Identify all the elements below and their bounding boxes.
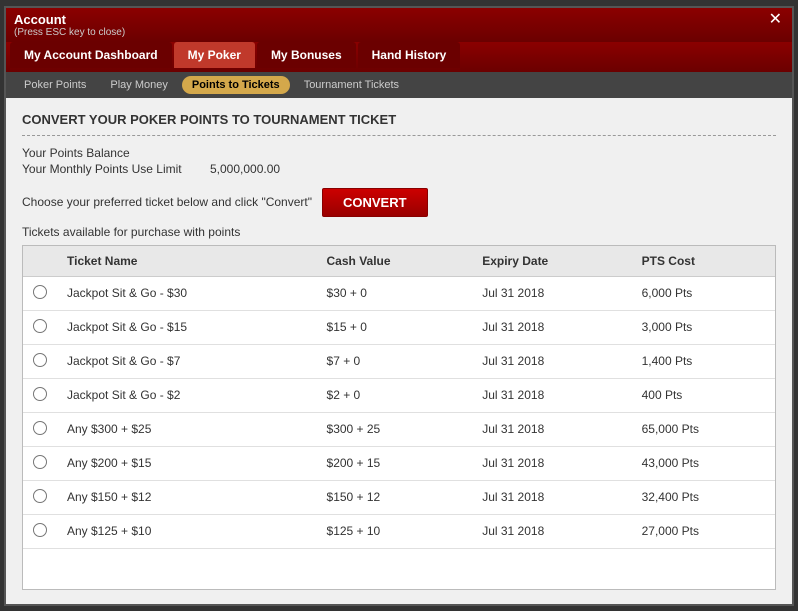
tickets-table-container[interactable]: Ticket Name Cash Value Expiry Date PTS C… <box>22 245 776 590</box>
ticket-cash-value: $30 + 0 <box>317 276 473 310</box>
ticket-expiry: Jul 31 2018 <box>472 310 631 344</box>
subtab-tournament-tickets[interactable]: Tournament Tickets <box>294 76 409 94</box>
col-header-name: Ticket Name <box>57 246 317 277</box>
tab-my-poker[interactable]: My Poker <box>174 42 255 68</box>
ticket-expiry: Jul 31 2018 <box>472 446 631 480</box>
sub-tabs: Poker Points Play Money Points to Ticket… <box>6 72 792 98</box>
col-header-radio <box>23 246 57 277</box>
main-tabs: My Account Dashboard My Poker My Bonuses… <box>6 42 792 72</box>
convert-button[interactable]: CONVERT <box>322 188 428 217</box>
ticket-pts-cost: 32,400 Pts <box>632 480 775 514</box>
ticket-name: Any $200 + $15 <box>57 446 317 480</box>
main-content: CONVERT YOUR POKER POINTS TO TOURNAMENT … <box>6 98 792 604</box>
title-bar: Account (Press ESC key to close) ✕ <box>6 8 792 42</box>
ticket-radio-4[interactable] <box>33 421 47 435</box>
limit-row: Your Monthly Points Use Limit 5,000,000.… <box>22 162 776 176</box>
window-subtitle: (Press ESC key to close) <box>14 27 125 38</box>
table-header-row: Ticket Name Cash Value Expiry Date PTS C… <box>23 246 775 277</box>
convert-instruction: Choose your preferred ticket below and c… <box>22 195 312 209</box>
tab-hand-history[interactable]: Hand History <box>358 42 461 68</box>
col-header-pts: PTS Cost <box>632 246 775 277</box>
ticket-pts-cost: 1,400 Pts <box>632 344 775 378</box>
ticket-expiry: Jul 31 2018 <box>472 480 631 514</box>
radio-cell[interactable] <box>23 276 57 310</box>
ticket-expiry: Jul 31 2018 <box>472 378 631 412</box>
ticket-pts-cost: 43,000 Pts <box>632 446 775 480</box>
divider <box>22 135 776 136</box>
table-row: Any $200 + $15 $200 + 15 Jul 31 2018 43,… <box>23 446 775 480</box>
window-title: Account <box>14 12 125 27</box>
section-title: CONVERT YOUR POKER POINTS TO TOURNAMENT … <box>22 112 776 127</box>
ticket-radio-1[interactable] <box>33 319 47 333</box>
ticket-radio-5[interactable] <box>33 455 47 469</box>
tickets-table: Ticket Name Cash Value Expiry Date PTS C… <box>23 246 775 549</box>
limit-value: 5,000,000.00 <box>210 162 280 176</box>
ticket-name: Jackpot Sit & Go - $2 <box>57 378 317 412</box>
ticket-name: Any $300 + $25 <box>57 412 317 446</box>
tab-account-dashboard[interactable]: My Account Dashboard <box>10 42 172 68</box>
title-bar-text: Account (Press ESC key to close) <box>14 12 125 38</box>
ticket-radio-3[interactable] <box>33 387 47 401</box>
ticket-cash-value: $15 + 0 <box>317 310 473 344</box>
available-text: Tickets available for purchase with poin… <box>22 225 776 239</box>
convert-row: Choose your preferred ticket below and c… <box>22 188 776 217</box>
ticket-name: Jackpot Sit & Go - $7 <box>57 344 317 378</box>
balance-label: Your Points Balance <box>22 146 202 160</box>
ticket-expiry: Jul 31 2018 <box>472 514 631 548</box>
table-row: Jackpot Sit & Go - $15 $15 + 0 Jul 31 20… <box>23 310 775 344</box>
close-button[interactable]: ✕ <box>767 12 784 28</box>
limit-label: Your Monthly Points Use Limit <box>22 162 202 176</box>
radio-cell[interactable] <box>23 514 57 548</box>
radio-cell[interactable] <box>23 446 57 480</box>
ticket-expiry: Jul 31 2018 <box>472 412 631 446</box>
radio-cell[interactable] <box>23 480 57 514</box>
ticket-name: Jackpot Sit & Go - $30 <box>57 276 317 310</box>
ticket-cash-value: $7 + 0 <box>317 344 473 378</box>
subtab-points-to-tickets[interactable]: Points to Tickets <box>182 76 290 94</box>
table-row: Any $125 + $10 $125 + 10 Jul 31 2018 27,… <box>23 514 775 548</box>
radio-cell[interactable] <box>23 378 57 412</box>
subtab-poker-points[interactable]: Poker Points <box>14 76 96 94</box>
ticket-name: Any $150 + $12 <box>57 480 317 514</box>
ticket-pts-cost: 6,000 Pts <box>632 276 775 310</box>
radio-cell[interactable] <box>23 412 57 446</box>
radio-cell[interactable] <box>23 310 57 344</box>
ticket-radio-0[interactable] <box>33 285 47 299</box>
ticket-pts-cost: 27,000 Pts <box>632 514 775 548</box>
table-row: Any $300 + $25 $300 + 25 Jul 31 2018 65,… <box>23 412 775 446</box>
col-header-expiry: Expiry Date <box>472 246 631 277</box>
table-row: Jackpot Sit & Go - $30 $30 + 0 Jul 31 20… <box>23 276 775 310</box>
ticket-cash-value: $2 + 0 <box>317 378 473 412</box>
table-row: Jackpot Sit & Go - $7 $7 + 0 Jul 31 2018… <box>23 344 775 378</box>
ticket-name: Any $125 + $10 <box>57 514 317 548</box>
ticket-radio-6[interactable] <box>33 489 47 503</box>
col-header-cash: Cash Value <box>317 246 473 277</box>
table-row: Any $150 + $12 $150 + 12 Jul 31 2018 32,… <box>23 480 775 514</box>
ticket-expiry: Jul 31 2018 <box>472 276 631 310</box>
ticket-pts-cost: 400 Pts <box>632 378 775 412</box>
main-window: Account (Press ESC key to close) ✕ My Ac… <box>4 6 794 606</box>
ticket-cash-value: $300 + 25 <box>317 412 473 446</box>
ticket-radio-7[interactable] <box>33 523 47 537</box>
ticket-name: Jackpot Sit & Go - $15 <box>57 310 317 344</box>
ticket-cash-value: $200 + 15 <box>317 446 473 480</box>
ticket-expiry: Jul 31 2018 <box>472 344 631 378</box>
ticket-cash-value: $150 + 12 <box>317 480 473 514</box>
info-section: Your Points Balance Your Monthly Points … <box>22 146 776 178</box>
balance-row: Your Points Balance <box>22 146 776 160</box>
tab-my-bonuses[interactable]: My Bonuses <box>257 42 356 68</box>
ticket-pts-cost: 3,000 Pts <box>632 310 775 344</box>
ticket-pts-cost: 65,000 Pts <box>632 412 775 446</box>
ticket-radio-2[interactable] <box>33 353 47 367</box>
ticket-cash-value: $125 + 10 <box>317 514 473 548</box>
radio-cell[interactable] <box>23 344 57 378</box>
table-row: Jackpot Sit & Go - $2 $2 + 0 Jul 31 2018… <box>23 378 775 412</box>
subtab-play-money[interactable]: Play Money <box>100 76 177 94</box>
